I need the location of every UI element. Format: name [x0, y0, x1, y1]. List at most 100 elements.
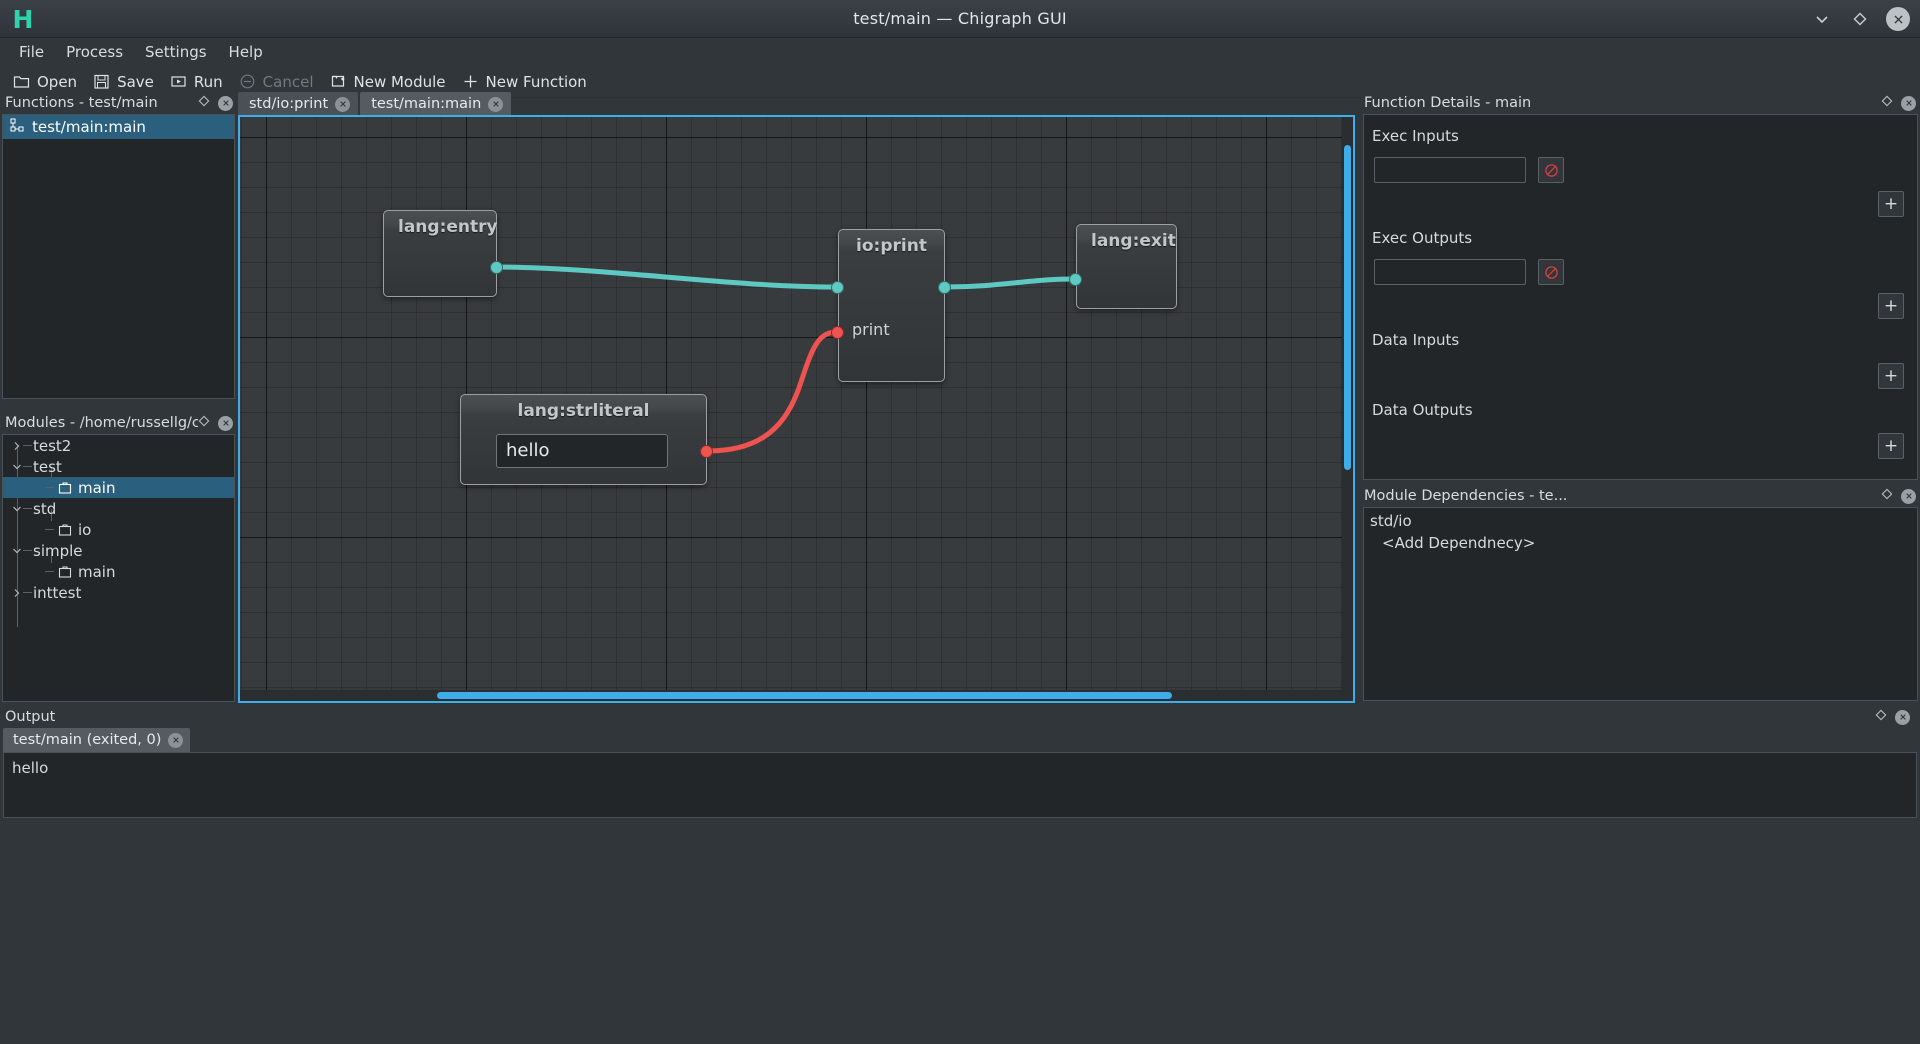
close-icon[interactable] — [218, 96, 233, 111]
tab-test-main-main[interactable]: test/main:main — [360, 92, 511, 116]
tree-item-label: main — [78, 563, 115, 581]
scrollbar-thumb[interactable] — [1344, 145, 1351, 470]
chevron-right-icon[interactable] — [11, 582, 23, 603]
tab-std-io-print[interactable]: std/io:print — [238, 92, 358, 116]
close-icon[interactable] — [168, 733, 183, 748]
menu-settings[interactable]: Settings — [134, 40, 218, 64]
exec-output-field[interactable] — [1374, 259, 1526, 285]
remove-exec-output-button[interactable] — [1538, 259, 1564, 285]
float-icon[interactable] — [1881, 488, 1893, 504]
tree-item-inttest[interactable]: inttest — [3, 582, 234, 603]
functions-list[interactable]: test/main:main — [2, 114, 235, 399]
block-icon — [1544, 265, 1559, 280]
tab-label: std/io:print — [249, 96, 328, 112]
output-tab-test-main[interactable]: test/main (exited, 0) — [3, 728, 190, 752]
new-module-button[interactable]: New Module — [324, 70, 456, 94]
title-bar: H test/main — Chigraph GUI — [0, 0, 1920, 38]
chevron-down-icon[interactable] — [11, 498, 23, 519]
port-strliteral-data-out[interactable] — [700, 445, 713, 458]
graph-node-lang-exit[interactable]: lang:exit — [1076, 224, 1177, 309]
close-icon[interactable] — [1886, 7, 1910, 31]
tree-branch — [23, 582, 33, 603]
remove-exec-input-button[interactable] — [1538, 157, 1564, 183]
output-tab-label: test/main (exited, 0) — [13, 732, 161, 748]
data-inputs-label: Data Inputs — [1364, 319, 1917, 349]
module-dependencies-list[interactable]: std/io <Add Dependnecy> — [1363, 507, 1918, 701]
cancel-button[interactable]: Cancel — [233, 70, 324, 94]
tree-branch — [45, 477, 55, 498]
tree-branch — [23, 435, 33, 456]
float-icon[interactable] — [198, 95, 210, 111]
tree-item-std-io[interactable]: io — [3, 519, 234, 540]
float-icon[interactable] — [1881, 95, 1893, 111]
menu-bar: File Process Settings Help — [0, 38, 1920, 66]
application-window: H test/main — Chigraph GUI File Process … — [0, 0, 1920, 1044]
functions-list-item[interactable]: test/main:main — [3, 115, 234, 139]
exec-inputs-row — [1364, 145, 1917, 183]
close-icon[interactable] — [1895, 710, 1910, 725]
tree-item-std[interactable]: std — [3, 498, 234, 519]
output-tabbar: test/main (exited, 0) — [3, 728, 190, 752]
graph-wires — [240, 117, 1353, 701]
close-icon[interactable] — [1901, 489, 1916, 504]
graph-node-lang-entry[interactable]: lang:entry — [383, 210, 497, 297]
output-panel-titlebar: Output — [0, 706, 1920, 728]
modules-tree[interactable]: test2 test main s — [2, 434, 235, 702]
chevron-right-icon[interactable] — [11, 435, 23, 456]
add-exec-input-button[interactable]: + — [1878, 191, 1904, 217]
port-print-exec-in[interactable] — [831, 281, 844, 294]
chevron-down-icon[interactable] — [11, 540, 23, 561]
float-icon[interactable] — [198, 415, 210, 431]
function-details-title: Function Details - main — [1364, 95, 1881, 111]
graph-node-title: io:print — [839, 230, 944, 260]
exec-outputs-row — [1364, 247, 1917, 285]
tree-item-simple[interactable]: simple — [3, 540, 234, 561]
add-dependency-item[interactable]: <Add Dependnecy> — [1364, 530, 1917, 552]
port-print-exec-out[interactable] — [938, 281, 951, 294]
exec-input-field[interactable] — [1374, 157, 1526, 183]
menu-help[interactable]: Help — [218, 40, 274, 64]
close-icon[interactable] — [335, 97, 350, 112]
close-icon[interactable] — [488, 97, 503, 112]
close-icon[interactable] — [218, 416, 233, 431]
graph-node-title: lang:entry — [384, 211, 496, 241]
graph-canvas-frame: lang:entry io:print print lang:exit — [238, 115, 1355, 703]
close-icon[interactable] — [1901, 96, 1916, 111]
tree-item-test[interactable]: test — [3, 456, 234, 477]
strliteral-value-input[interactable]: hello — [496, 434, 668, 468]
graph-node-title: lang:strliteral — [461, 395, 706, 425]
functions-panel: Functions - test/main test/main:main — [0, 92, 237, 402]
port-entry-exec-out[interactable] — [490, 261, 503, 274]
tree-item-test2[interactable]: test2 — [3, 435, 234, 456]
scrollbar-thumb[interactable] — [437, 692, 1172, 699]
port-print-data-in[interactable] — [831, 326, 844, 339]
tree-item-label: simple — [33, 542, 83, 560]
save-button[interactable]: Save — [87, 70, 164, 94]
save-button-label: Save — [117, 73, 154, 91]
graph-node-io-print[interactable]: io:print — [838, 229, 945, 382]
open-button[interactable]: Open — [7, 70, 87, 94]
diamond-icon[interactable] — [1848, 7, 1872, 31]
graph-canvas[interactable]: lang:entry io:print print lang:exit — [240, 117, 1353, 701]
canvas-horizontal-scrollbar[interactable] — [240, 690, 1353, 701]
menu-process[interactable]: Process — [55, 40, 134, 64]
function-details-panel: Function Details - main Exec Inputs + — [1359, 92, 1920, 484]
canvas-vertical-scrollbar[interactable] — [1342, 117, 1353, 690]
data-outputs-label: Data Outputs — [1364, 389, 1917, 419]
add-exec-output-button[interactable]: + — [1878, 293, 1904, 319]
dependency-item-std-io[interactable]: std/io — [1364, 508, 1917, 530]
exec-inputs-add-row: + — [1364, 183, 1917, 217]
run-button[interactable]: Run — [164, 70, 233, 94]
output-text[interactable]: hello — [3, 752, 1917, 818]
float-icon[interactable] — [1875, 709, 1887, 725]
add-data-input-button[interactable]: + — [1878, 363, 1904, 389]
new-function-button[interactable]: New Function — [456, 70, 597, 94]
tree-item-simple-main[interactable]: main — [3, 561, 234, 582]
tree-item-test-main[interactable]: main — [3, 477, 234, 498]
block-icon — [1544, 163, 1559, 178]
port-exit-exec-in[interactable] — [1069, 273, 1082, 286]
add-data-output-button[interactable]: + — [1878, 433, 1904, 459]
chevron-down-icon[interactable] — [1810, 7, 1834, 31]
menu-file[interactable]: File — [8, 40, 55, 64]
chevron-down-icon[interactable] — [11, 456, 23, 477]
